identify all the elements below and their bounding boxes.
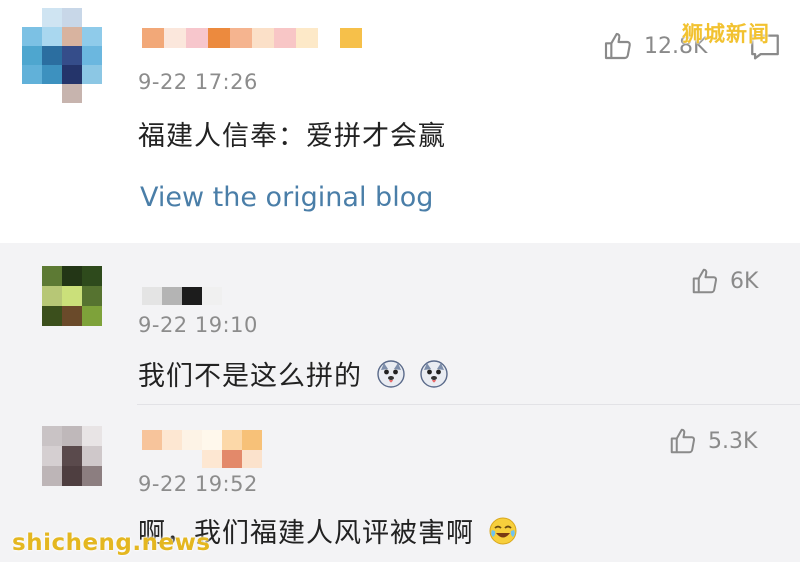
doge-emoji xyxy=(420,360,448,388)
like-count: 6K xyxy=(730,268,759,294)
thumbs-up-icon xyxy=(692,268,718,294)
username-blurred[interactable] xyxy=(142,28,362,48)
watermark-url: shicheng.news xyxy=(12,530,211,556)
reply-username-blurred-row2 xyxy=(202,450,262,468)
reply-text-content: 我们不是这么拼的 xyxy=(138,361,362,392)
thumbs-up-icon xyxy=(604,32,631,60)
reply-time: 9-22 19:52 xyxy=(138,472,258,496)
laughing-crying-emoji xyxy=(489,517,517,545)
view-original-blog-link[interactable]: View the original blog xyxy=(140,182,433,213)
doge-emoji xyxy=(376,360,405,388)
avatar[interactable] xyxy=(22,8,102,104)
reply-username-blurred[interactable] xyxy=(142,287,222,305)
divider xyxy=(137,404,800,405)
thumbs-up-icon xyxy=(670,428,696,454)
reply-avatar[interactable] xyxy=(42,266,102,326)
reply-avatar[interactable] xyxy=(42,426,102,486)
reply-like-button[interactable]: 6K xyxy=(690,266,758,296)
comment-time: 9-22 17:26 xyxy=(138,70,258,94)
like-count: 5.3K xyxy=(708,428,758,454)
reply-text: 我们不是这么拼的 xyxy=(138,354,449,393)
reply-username-blurred[interactable] xyxy=(142,430,262,450)
comment-text: 福建人信奉：爱拼才会赢 xyxy=(138,121,446,152)
watermark-logo-text: 狮城新闻 xyxy=(682,22,770,46)
reply-time: 9-22 19:10 xyxy=(138,313,258,337)
reply-like-button[interactable]: 5.3K xyxy=(668,426,757,456)
